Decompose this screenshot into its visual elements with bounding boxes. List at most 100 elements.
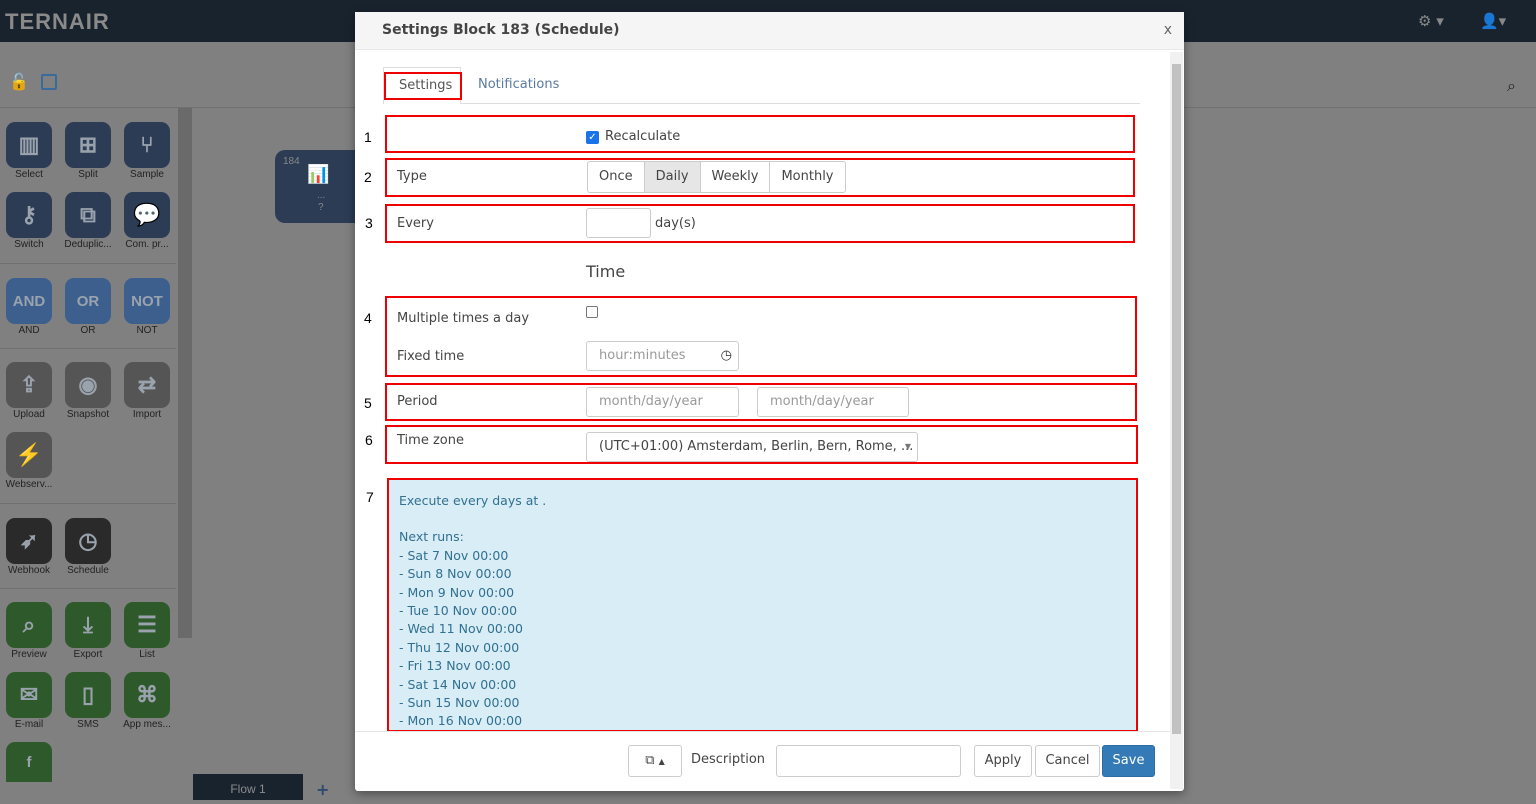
tile-text: OR (76, 292, 100, 310)
palette-scrollbar[interactable] (178, 108, 192, 638)
close-button[interactable]: x (1164, 22, 1172, 38)
unlock-icon[interactable]: 🔓 (9, 72, 29, 91)
palette-tile-com-pr[interactable]: 💬 (124, 192, 170, 238)
tile-text: AND (12, 292, 46, 310)
facebook-icon[interactable]: f (6, 742, 52, 782)
apply-button[interactable]: Apply (974, 745, 1032, 777)
palette-tile-list[interactable]: ☰ (124, 602, 170, 648)
fixed-time-input[interactable]: hour:minutes ◷ (586, 341, 739, 371)
palette-tile-webserv[interactable]: ⚡ (6, 432, 52, 478)
highlight-time (385, 296, 1137, 377)
next-run-item: - Tue 10 Nov 00:00 (399, 603, 518, 619)
palette-tile-app-mes[interactable]: ⌘ (124, 672, 170, 718)
palette-tile-import[interactable]: ⇄ (124, 362, 170, 408)
envelope-icon: ✉ (19, 682, 39, 707)
palette-tile-select[interactable]: ▥ (6, 122, 52, 168)
gear-icon[interactable]: ⚙ ▾ (1418, 12, 1444, 30)
tab-notifications[interactable]: Notifications (478, 77, 559, 92)
copy-dropdown-button[interactable]: ⧉ ▲ (628, 745, 682, 777)
palette-tile-not[interactable]: NOT (124, 278, 170, 324)
palette-tile-split[interactable]: ⊞ (65, 122, 111, 168)
palette-divider (0, 588, 176, 589)
type-weekly-button[interactable]: Weekly (701, 162, 771, 192)
row-number: 7 (366, 489, 374, 505)
every-input[interactable] (586, 208, 651, 238)
tab-settings[interactable]: Settings (383, 67, 462, 104)
tile-label: Com. pr... (125, 239, 169, 250)
dialog-title: Settings Block 183 (Schedule) (382, 22, 620, 38)
chevron-down-icon: ▼ (904, 442, 911, 451)
palette-tile-upload[interactable]: ⇪ (6, 362, 52, 408)
tile-label: App mes... (123, 719, 171, 730)
exchange-icon: ⇄ (137, 372, 157, 397)
tile-label: Split (78, 169, 98, 180)
copy-icon: ⧉ (80, 202, 96, 227)
type-daily-button[interactable]: Daily (643, 162, 701, 192)
palette-tile-deduplic[interactable]: ⧉ (65, 192, 111, 238)
multiple-times-label: Multiple times a day (397, 311, 530, 326)
palette-tile-switch[interactable]: ⚷ (6, 192, 52, 238)
tile-text: NOT (131, 292, 163, 310)
scrollbar-thumb[interactable] (1172, 64, 1181, 734)
bar-chart-icon: 📊 (307, 164, 330, 184)
palette-tile-sms[interactable]: ▯ (65, 672, 111, 718)
tile-label: SMS (77, 719, 99, 730)
tile-label: Export (73, 649, 103, 660)
add-flow-button[interactable]: + (316, 780, 329, 799)
next-run-item: - Mon 16 Nov 00:00 (399, 713, 523, 729)
next-run-item: - Mon 9 Nov 00:00 (399, 584, 515, 600)
save-button[interactable]: Save (1102, 745, 1155, 777)
mobile-icon: ▯ (81, 682, 95, 707)
palette-tile-export[interactable]: ⤓ (65, 602, 111, 648)
camera-icon: ◉ (78, 372, 98, 397)
timezone-select[interactable]: (UTC+01:00) Amsterdam, Berlin, Bern, Rom… (586, 432, 918, 462)
user-icon[interactable]: 👤▾ (1480, 12, 1506, 30)
period-start-input[interactable]: month/day/year (586, 387, 739, 417)
palette-tile-sample[interactable]: ⑂ (124, 122, 170, 168)
palette-tile-and[interactable]: AND (6, 278, 52, 324)
tile-label: Snapshot (66, 409, 110, 420)
palette-tile-schedule[interactable]: ◷ (65, 518, 111, 564)
palette-tile-preview[interactable]: ⌕ (6, 602, 52, 648)
block-palette: ▥ Select ⊞ Split ⑂ Sample ⚷ Switch ⧉ Deduplic... 💬… (0, 108, 178, 800)
tile-label: Webserv... (5, 479, 53, 490)
next-run-item: - Sat 14 Nov 00:00 (399, 676, 517, 692)
dialog-scrollbar[interactable] (1170, 52, 1183, 789)
multiple-times-checkbox[interactable] (586, 306, 598, 318)
cancel-button[interactable]: Cancel (1035, 745, 1100, 777)
tile-label: AND (18, 325, 40, 336)
node-label: ... (317, 190, 326, 201)
type-monthly-button[interactable]: Monthly (770, 162, 844, 192)
upload-icon: ⇪ (19, 372, 39, 397)
next-run-item: - Thu 12 Nov 00:00 (399, 639, 520, 655)
description-input[interactable] (776, 745, 961, 777)
palette-tile-snapshot[interactable]: ◉ (65, 362, 111, 408)
schedule-summary: Execute every days at . Next runs: - Sat… (387, 478, 1138, 732)
highlight-every (385, 204, 1135, 243)
palette-divider (0, 503, 176, 504)
canvas-node-184[interactable]: 184 📊 ... ? (275, 150, 365, 223)
period-end-input[interactable]: month/day/year (757, 387, 909, 417)
next-run-item: - Sun 15 Nov 00:00 (399, 695, 520, 711)
palette-tile-e-mail[interactable]: ✉ (6, 672, 52, 718)
next-run-item: - Sat 7 Nov 00:00 (399, 547, 509, 563)
every-unit: day(s) (655, 216, 696, 231)
save-icon[interactable] (41, 74, 57, 90)
timezone-value: (UTC+01:00) Amsterdam, Berlin, Bern, Rom… (599, 439, 914, 454)
copy-icon: ⧉ (645, 753, 655, 768)
palette-tile-or[interactable]: OR (65, 278, 111, 324)
clock-icon[interactable]: ◷ (721, 342, 732, 370)
tile-label: Sample (130, 169, 164, 180)
node-id: 184 (283, 156, 300, 167)
highlight-recalculate (385, 115, 1135, 153)
search-icon[interactable]: ⌕ (1507, 76, 1516, 96)
tile-label: Deduplic... (64, 239, 112, 250)
recalculate-checkbox[interactable]: ✓ (586, 131, 599, 144)
dialog-header: Settings Block 183 (Schedule) x (355, 12, 1184, 50)
palette-tile-webhook[interactable]: ➶ (6, 518, 52, 564)
tab-flow-1[interactable]: Flow 1 (193, 774, 303, 800)
search-icon: ⌕ (22, 612, 36, 637)
type-once-button[interactable]: Once (588, 162, 644, 192)
key-icon: ⚷ (20, 202, 38, 227)
row-number: 4 (364, 310, 372, 326)
